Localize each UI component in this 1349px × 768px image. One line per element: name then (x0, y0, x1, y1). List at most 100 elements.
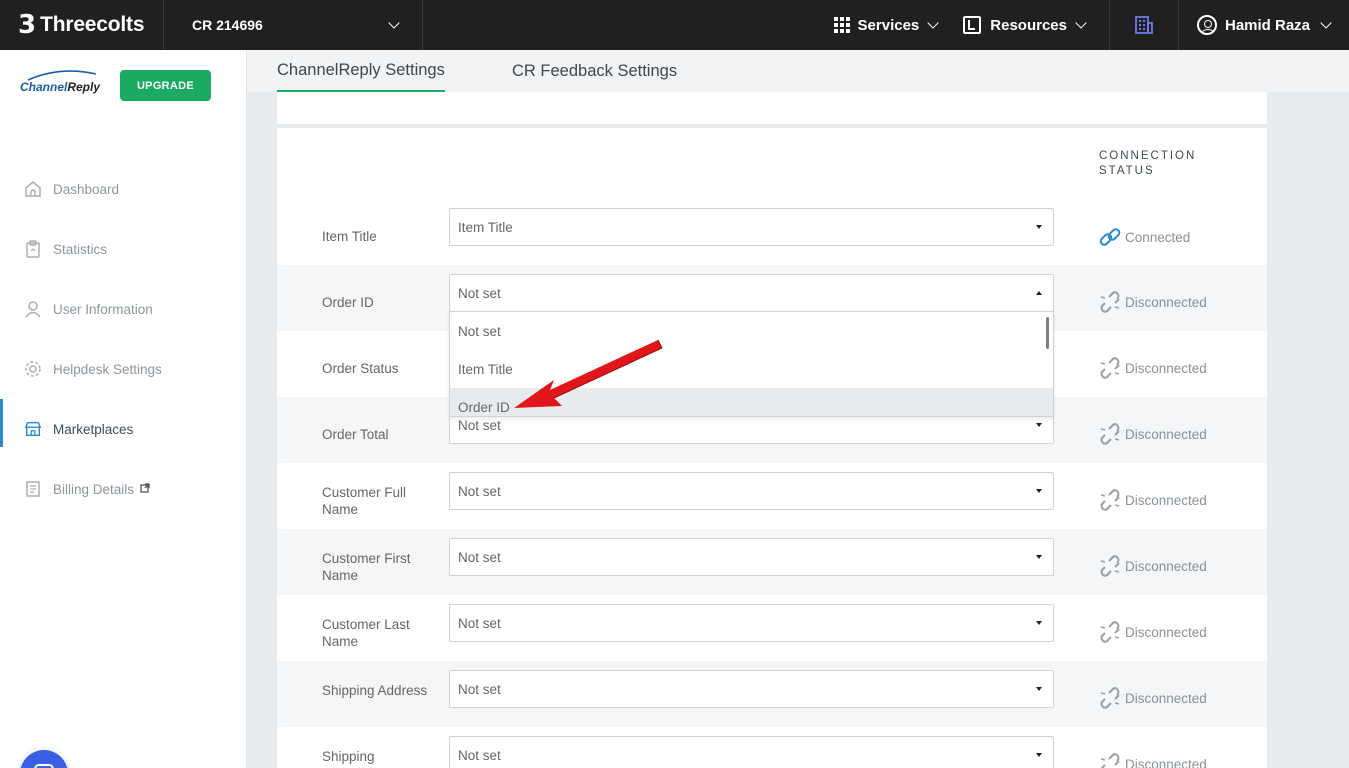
field-select-customer-full-name[interactable]: Not set (449, 472, 1054, 510)
caret-down-icon (1036, 225, 1042, 229)
logo-channel-text: Channel (20, 80, 68, 94)
clipboard-icon (24, 240, 42, 258)
connection-status-header: CONNECTION STATUS (1099, 150, 1197, 177)
select-value: Not set (458, 549, 501, 565)
field-select-customer-last-name[interactable]: Not set (449, 604, 1054, 642)
account-selector[interactable]: CR 214696 (164, 0, 423, 50)
gear-icon (24, 360, 42, 378)
channelreply-logo[interactable]: ChannelReply (20, 70, 101, 108)
link-connected-icon (1099, 228, 1121, 246)
user-name: Hamid Raza (1225, 16, 1311, 34)
sidebar-item-helpdesk-settings[interactable]: Helpdesk Settings (0, 339, 246, 399)
services-menu[interactable]: Services (833, 0, 964, 50)
connection-status: Connected (1097, 224, 1190, 250)
link-broken-icon (1100, 357, 1120, 379)
building-icon (1135, 16, 1153, 34)
brand-name: Threecolts (40, 13, 145, 36)
connection-status: Disconnected (1097, 553, 1207, 579)
chevron-down-icon (1075, 16, 1087, 29)
field-select-order-id[interactable]: Not set (449, 274, 1054, 312)
chevron-down-icon (927, 16, 939, 29)
field-label: Order Status (322, 361, 399, 376)
field-row-customer-full-name: Customer Full Name Not set Disconnected (277, 463, 1267, 529)
connection-status: Disconnected (1097, 619, 1207, 645)
link-broken-icon (1100, 687, 1120, 709)
link-broken-icon (1100, 753, 1120, 768)
field-select-customer-first-name[interactable]: Not set (449, 538, 1054, 576)
dropdown-scrollbar[interactable] (1046, 317, 1049, 349)
sidebar-item-label: Billing Details (53, 481, 135, 497)
store-icon (24, 420, 42, 438)
grid-icon (833, 17, 850, 33)
field-label: Order ID (322, 295, 374, 310)
field-row-customer-first-name: Customer First Name Not set Disconnected (277, 529, 1267, 595)
services-label: Services (857, 16, 920, 34)
resources-label: Resources (990, 16, 1067, 34)
field-label: Order Total (322, 427, 389, 442)
select-value: Item Title (458, 219, 513, 235)
connection-status: Disconnected (1097, 355, 1207, 381)
select-value: Not set (458, 681, 501, 697)
caret-down-icon (1036, 555, 1042, 559)
field-label: Shipping (322, 749, 375, 764)
field-row-shipping-address: Shipping Address Not set Disconnected (277, 661, 1267, 727)
sidebar: ChannelReply UPGRADE Dashboard Statistic… (0, 50, 247, 768)
user-circle-icon (1197, 15, 1217, 35)
threecolts-mark-icon: 3 (18, 10, 37, 40)
red-arrow-annotation-icon (514, 339, 663, 408)
settings-tabs: ChannelReply Settings CR Feedback Settin… (247, 50, 1349, 92)
select-value: Not set (458, 285, 501, 301)
caret-down-icon (1036, 489, 1042, 493)
top-bar: 3 Threecolts CR 214696 Services Resource… (0, 0, 1349, 50)
logo-reply-text: Reply (67, 80, 101, 94)
sidebar-item-statistics[interactable]: Statistics (0, 219, 246, 279)
sidebar-item-billing-details[interactable]: Billing Details (0, 459, 246, 519)
field-select-shipping[interactable]: Not set (449, 736, 1054, 768)
field-select-item-title[interactable]: Item Title (449, 208, 1054, 246)
sidebar-item-label: User Information (53, 301, 153, 317)
field-select-shipping-address[interactable]: Not set (449, 670, 1054, 708)
sidebar-item-dashboard[interactable]: Dashboard (0, 159, 246, 219)
threecolts-logo[interactable]: 3 Threecolts (0, 0, 164, 50)
user-icon (24, 300, 42, 318)
chevron-down-icon (388, 16, 400, 29)
field-label: Item Title (322, 229, 377, 244)
field-row-customer-last-name: Customer Last Name Not set Disconnected (277, 595, 1267, 661)
connection-status: Disconnected (1097, 289, 1207, 315)
sidebar-item-label: Marketplaces (53, 421, 134, 437)
link-broken-icon (1100, 555, 1120, 577)
field-label: Shipping Address (322, 683, 428, 698)
connection-status: Disconnected (1097, 685, 1207, 711)
user-menu[interactable]: Hamid Raza (1179, 0, 1349, 50)
sidebar-item-marketplaces[interactable]: Marketplaces (0, 399, 246, 459)
field-row-shipping: Shipping Not set Disconnected (277, 727, 1267, 768)
building-button[interactable] (1110, 0, 1179, 50)
connection-status: Disconnected (1097, 487, 1207, 513)
caret-down-icon (1036, 621, 1042, 625)
tab-channelreply-settings[interactable]: ChannelReply Settings (277, 50, 445, 92)
external-link-icon (140, 482, 150, 496)
sidebar-item-user-information[interactable]: User Information (0, 279, 246, 339)
resources-menu[interactable]: Resources (963, 0, 1110, 50)
card-top-strip (277, 92, 1267, 124)
field-label: Customer Full Name (322, 485, 407, 517)
caret-down-icon (1036, 753, 1042, 757)
sidebar-menu: Dashboard Statistics User Information He… (0, 159, 246, 519)
link-broken-icon (1100, 621, 1120, 643)
connection-status: Disconnected (1097, 421, 1207, 447)
caret-down-icon (1036, 687, 1042, 691)
sidebar-item-label: Dashboard (53, 181, 120, 197)
chat-launcher-button[interactable] (20, 750, 68, 768)
sidebar-item-label: Statistics (53, 241, 108, 257)
link-broken-icon (1100, 489, 1120, 511)
connection-status: Disconnected (1097, 751, 1207, 768)
account-label: CR 214696 (192, 17, 263, 33)
select-value: Not set (458, 417, 501, 433)
sidebar-item-label: Helpdesk Settings (53, 361, 162, 377)
tab-cr-feedback-settings[interactable]: CR Feedback Settings (512, 50, 677, 92)
field-label: Customer Last Name (322, 617, 410, 649)
upgrade-button[interactable]: UPGRADE (120, 70, 211, 101)
select-value: Not set (458, 615, 501, 631)
link-broken-icon (1100, 423, 1120, 445)
book-icon (963, 16, 982, 34)
